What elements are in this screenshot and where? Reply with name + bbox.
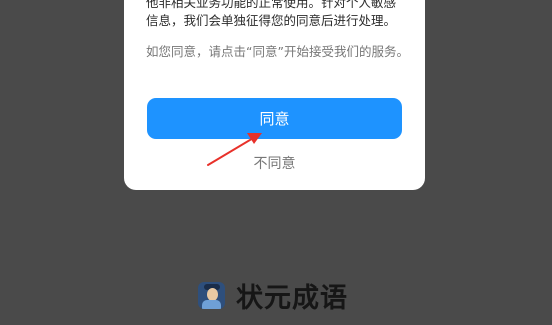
dialog-text-partial: 他非相关业务功能的正常使用。针对个人敏感 (146, 0, 397, 10)
agree-button[interactable]: 同意 (147, 98, 402, 139)
consent-dialog: 他非相关业务功能的正常使用。针对个人敏感 信息，我们会单独征得您的同意后进行处理… (124, 0, 425, 190)
dialog-hint-text: 如您同意，请点击“同意”开始接受我们的服务。 (146, 44, 409, 59)
disagree-button[interactable]: 不同意 (124, 153, 425, 173)
app-branding: 状元成语 (198, 276, 348, 315)
scholar-app-icon (198, 282, 225, 309)
dialog-text-line: 信息，我们会单独征得您的同意后进行处理。 (146, 13, 397, 28)
app-name: 状元成语 (236, 283, 348, 314)
